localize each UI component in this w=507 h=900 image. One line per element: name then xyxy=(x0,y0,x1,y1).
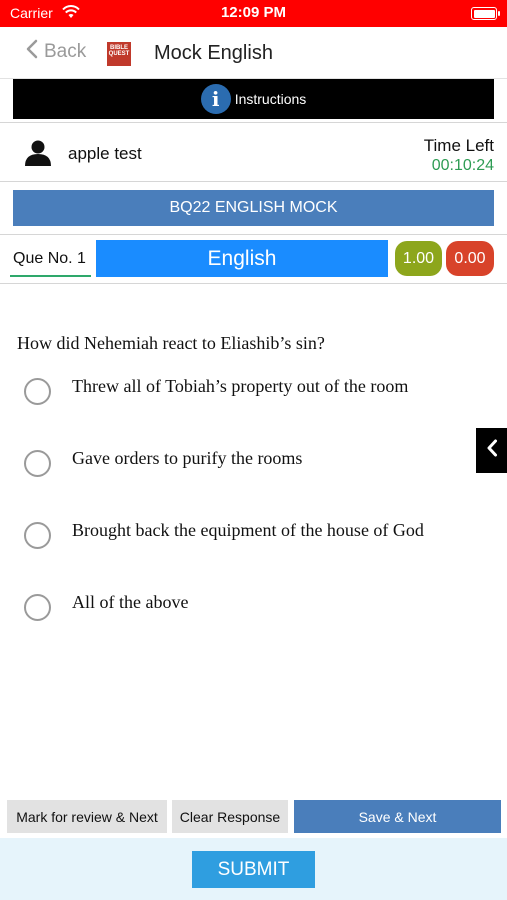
page-title: Mock English xyxy=(154,42,273,64)
option-text: All of the above xyxy=(72,592,189,612)
question-number: Que No. 1 xyxy=(13,250,86,267)
option-text: Brought back the equipment of the house … xyxy=(72,520,424,540)
question-header: Que No. 1 English 1.00 0.00 xyxy=(0,234,507,284)
question-text: How did Nehemiah react to Eliashib’s sin… xyxy=(17,333,325,353)
status-bar: Carrier 12:09 PM xyxy=(0,0,507,27)
option-2[interactable]: Gave orders to purify the rooms xyxy=(24,446,474,486)
option-1[interactable]: Threw all of Tobiah’s property out of th… xyxy=(24,374,474,414)
instructions-label: Instructions xyxy=(234,91,307,107)
negative-marks-badge: 0.00 xyxy=(446,241,494,276)
time-left-value: 00:10:24 xyxy=(431,157,494,174)
app-logo: BIBLE QUEST xyxy=(107,42,131,66)
exam-title-bar: BQ22 ENGLISH MOCK xyxy=(13,190,494,226)
instructions-button[interactable]: i Instructions xyxy=(13,79,494,119)
user-icon xyxy=(24,140,52,171)
time-left-label: Time Left xyxy=(423,136,494,155)
option-4[interactable]: All of the above xyxy=(24,590,474,630)
question-number-underline xyxy=(10,275,91,277)
action-bar: Mark for review & Next Clear Response Sa… xyxy=(0,800,507,834)
navigation-bar: Back BIBLE QUEST Mock English xyxy=(0,27,507,79)
mark-review-next-button[interactable]: Mark for review & Next xyxy=(7,800,167,833)
clear-response-button[interactable]: Clear Response xyxy=(172,800,288,833)
user-info-row: apple test Time Left 00:10:24 xyxy=(0,122,507,182)
radio-button[interactable] xyxy=(24,378,51,405)
option-text: Gave orders to purify the rooms xyxy=(72,448,303,468)
chevron-left-icon xyxy=(486,438,498,463)
option-3[interactable]: Brought back the equipment of the house … xyxy=(24,518,474,558)
back-button[interactable]: Back xyxy=(26,39,86,65)
save-next-button[interactable]: Save & Next xyxy=(294,800,501,833)
battery-icon xyxy=(471,7,500,20)
clock-time: 12:09 PM xyxy=(220,4,287,21)
back-label: Back xyxy=(44,41,87,62)
chevron-left-icon xyxy=(26,39,38,65)
footer: SUBMIT xyxy=(0,838,507,900)
info-icon: i xyxy=(200,84,231,114)
radio-button[interactable] xyxy=(24,522,51,549)
language-tab[interactable]: English xyxy=(96,240,388,277)
user-name: apple test xyxy=(68,144,142,163)
question-palette-toggle[interactable] xyxy=(476,428,507,473)
submit-button[interactable]: SUBMIT xyxy=(192,851,315,888)
radio-button[interactable] xyxy=(24,594,51,621)
option-text: Threw all of Tobiah’s property out of th… xyxy=(72,376,409,396)
radio-button[interactable] xyxy=(24,450,51,477)
positive-marks-badge: 1.00 xyxy=(395,241,442,276)
